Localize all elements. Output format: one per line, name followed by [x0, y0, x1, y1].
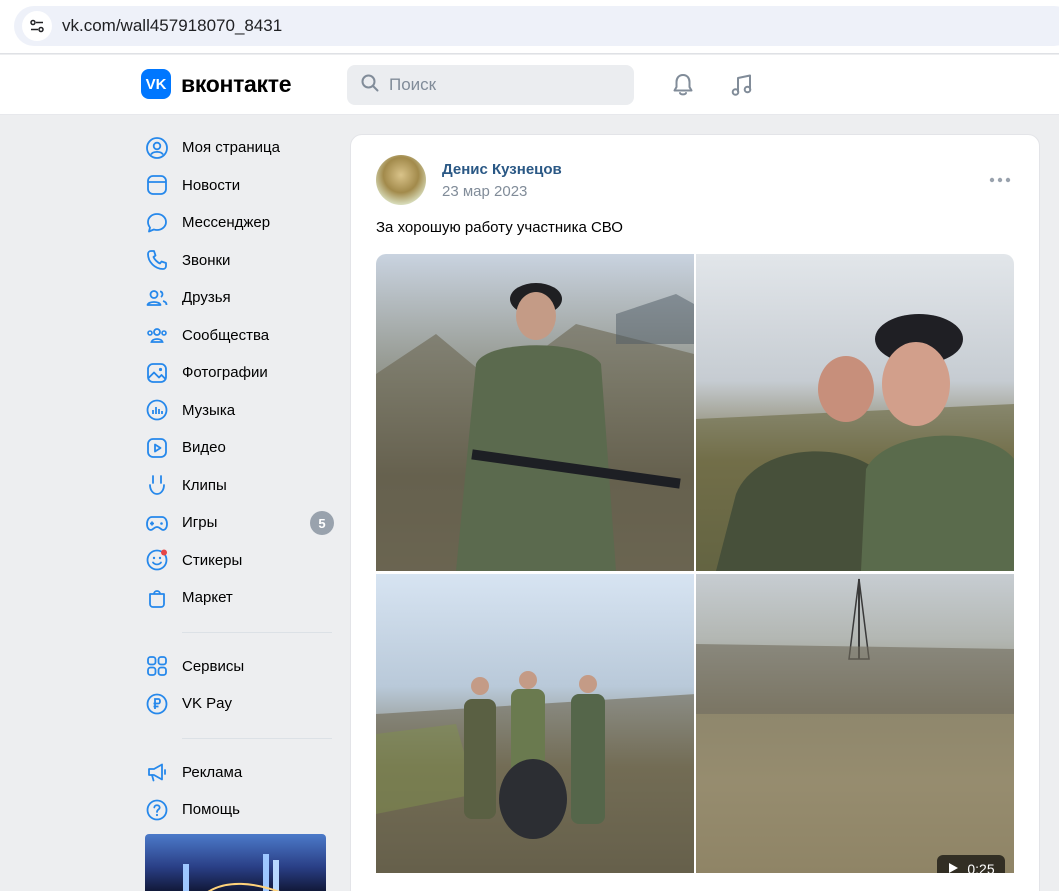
left-sidebar: Моя страница Новости Мессенджер Звонки Д…	[143, 129, 343, 829]
sidebar-item-label: Моя страница	[182, 139, 280, 157]
music-note-icon[interactable]	[726, 69, 758, 101]
megaphone-icon	[143, 758, 171, 786]
sidebar-divider	[182, 737, 332, 739]
sidebar-item-friends[interactable]: Друзья	[143, 279, 343, 317]
sidebar-item-clips[interactable]: Клипы	[143, 467, 343, 505]
post-photo-2[interactable]	[696, 254, 1014, 571]
photo-icon	[143, 359, 171, 387]
video-icon	[143, 434, 171, 462]
sidebar-item-ads[interactable]: Реклама	[143, 754, 343, 792]
vk-logo[interactable]: VK вконтакте	[141, 69, 292, 99]
post-video-thumbnail[interactable]	[696, 574, 1014, 891]
services-icon	[143, 652, 171, 680]
communities-icon	[143, 321, 171, 349]
sidebar-item-label: Звонки	[182, 251, 231, 269]
sidebar-item-label: Реклама	[182, 763, 243, 781]
vkpay-icon	[143, 690, 171, 718]
sidebar-item-label: Маркет	[182, 589, 233, 607]
friends-icon	[143, 284, 171, 312]
sidebar-item-label: Сообщества	[182, 326, 270, 344]
sidebar-item-label: Музыка	[182, 401, 236, 419]
sidebar-item-label: Друзья	[182, 289, 231, 307]
sidebar-item-photos[interactable]: Фотографии	[143, 354, 343, 392]
vk-header: VK вконтакте	[0, 55, 1059, 115]
message-icon	[143, 209, 171, 237]
sidebar-item-music[interactable]: Музыка	[143, 392, 343, 430]
sidebar-item-label: Сервисы	[182, 657, 245, 675]
sidebar-item-label: Мессенджер	[182, 214, 271, 232]
search-icon	[361, 74, 379, 97]
more-options-icon[interactable]	[988, 171, 1012, 189]
sidebar-promo-banner[interactable]	[145, 834, 326, 891]
author-avatar[interactable]	[376, 155, 426, 205]
author-name-link[interactable]: Денис Кузнецов	[442, 161, 562, 178]
sidebar-item-label: Новости	[182, 176, 241, 194]
post-photo-3[interactable]	[376, 574, 694, 891]
stickers-icon	[143, 546, 171, 574]
notifications-bell-icon[interactable]	[667, 69, 699, 101]
sidebar-item-label: Стикеры	[182, 551, 243, 569]
post-photo-1[interactable]	[376, 254, 694, 571]
sidebar-item-label: VK Pay	[182, 695, 233, 713]
post-date[interactable]: 23 мар 2023	[442, 183, 527, 200]
phone-icon	[143, 246, 171, 274]
site-info-icon[interactable]	[22, 11, 52, 41]
sidebar-item-label: Видео	[182, 439, 226, 457]
sidebar-item-market[interactable]: Маркет	[143, 579, 343, 617]
sidebar-item-label: Фотографии	[182, 364, 268, 382]
sidebar-item-games[interactable]: Игры 5	[143, 504, 343, 542]
market-icon	[143, 584, 171, 612]
promo-city-image	[183, 854, 280, 891]
post-text: За хорошую работу участника СВО	[376, 219, 623, 236]
sidebar-item-help[interactable]: Помощь	[143, 791, 343, 829]
newsfeed-icon	[143, 171, 171, 199]
sidebar-item-calls[interactable]: Звонки	[143, 242, 343, 280]
sidebar-item-label: Игры	[182, 514, 218, 532]
address-field[interactable]: vk.com/wall457918070_8431	[14, 6, 1059, 46]
search-input[interactable]	[389, 75, 609, 95]
games-icon	[143, 509, 171, 537]
help-icon	[143, 796, 171, 824]
search-box[interactable]	[347, 65, 634, 105]
sidebar-item-vk-pay[interactable]: VK Pay	[143, 685, 343, 723]
games-counter-badge: 5	[310, 511, 334, 535]
logo-text: вконтакте	[181, 70, 292, 97]
sidebar-item-messenger[interactable]: Мессенджер	[143, 204, 343, 242]
sidebar-item-label: Клипы	[182, 476, 227, 494]
sidebar-item-services[interactable]: Сервисы	[143, 648, 343, 686]
browser-address-bar: vk.com/wall457918070_8431	[0, 0, 1059, 54]
next-post-preview	[350, 873, 1040, 891]
sidebar-item-my-page[interactable]: Моя страница	[143, 129, 343, 167]
sidebar-item-news[interactable]: Новости	[143, 167, 343, 205]
sidebar-item-label: Помощь	[182, 801, 240, 819]
sidebar-item-communities[interactable]: Сообщества	[143, 317, 343, 355]
vk-logo-icon: VK	[141, 69, 171, 99]
clips-icon	[143, 471, 171, 499]
music-icon	[143, 396, 171, 424]
url-text[interactable]: vk.com/wall457918070_8431	[62, 16, 282, 36]
sidebar-divider	[182, 631, 332, 633]
user-circle-icon	[143, 134, 171, 162]
wall-post: Денис Кузнецов 23 мар 2023 За хорошую ра…	[350, 134, 1040, 891]
sidebar-item-video[interactable]: Видео	[143, 429, 343, 467]
sidebar-item-stickers[interactable]: Стикеры	[143, 542, 343, 580]
